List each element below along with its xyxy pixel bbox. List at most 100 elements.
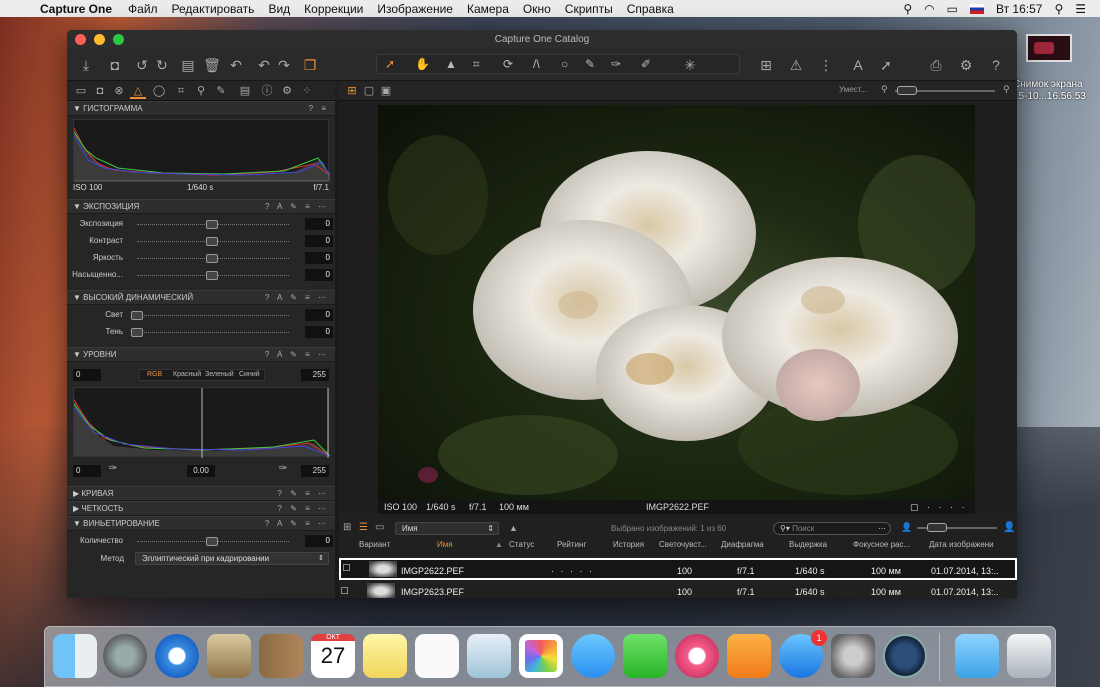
pan-hand-icon[interactable]: ✋	[415, 57, 430, 71]
histogram-header[interactable]: ▼ ГИСТОГРАММА? ≡	[67, 101, 335, 116]
photo-preview[interactable]	[378, 105, 975, 500]
contacts-icon[interactable]	[259, 634, 303, 678]
menu-adjustments[interactable]: Коррекции	[304, 2, 363, 16]
tab-metadata-icon[interactable]: ▤	[237, 83, 253, 99]
thumb-size-knob[interactable]	[927, 523, 947, 532]
levels-input-low[interactable]: 0	[73, 369, 101, 381]
levels-output-low[interactable]: 0	[73, 465, 101, 477]
contrast-value[interactable]: 0	[305, 235, 333, 247]
menu-edit[interactable]: Редактировать	[172, 2, 255, 16]
browser-grid-icon[interactable]: ⊞	[343, 522, 351, 533]
facetime-icon[interactable]	[623, 634, 667, 678]
picker-icon[interactable]: ✐	[641, 57, 651, 71]
col-variant[interactable]: Вариант	[359, 540, 390, 549]
row-rating[interactable]: · · · · ·	[551, 566, 594, 576]
launchpad-icon[interactable]	[103, 634, 147, 678]
desktop-screenshot-thumbnail[interactable]	[1026, 34, 1072, 62]
col-rating[interactable]: Рейтинг	[557, 540, 586, 549]
hdr-tool-icons[interactable]: ? A ✎ ≡ ⋯	[265, 291, 329, 304]
exposure-slider-knob[interactable]	[206, 220, 218, 229]
exposure-value[interactable]: 0	[305, 218, 333, 230]
grid-icon[interactable]: ⊞	[757, 56, 775, 74]
messages-icon[interactable]	[571, 634, 615, 678]
exposure-header[interactable]: ▼ ЭКСПОЗИЦИЯ? A ✎ ≡ ⋯	[67, 199, 335, 214]
import-icon[interactable]: ⤓	[77, 56, 95, 74]
folder-icon[interactable]	[955, 634, 999, 678]
menu-camera[interactable]: Камера	[467, 2, 509, 16]
col-shutter[interactable]: Выдержка	[789, 540, 827, 549]
maps-icon[interactable]	[467, 634, 511, 678]
search-options-icon[interactable]: ⋯	[878, 523, 886, 534]
keystone-icon[interactable]: /\	[533, 57, 540, 71]
help-icon[interactable]: ?	[987, 56, 1005, 74]
exposure-warning-icon[interactable]: ⚠	[787, 56, 805, 74]
menu-window[interactable]: Окно	[523, 2, 551, 16]
contrast-slider-knob[interactable]	[206, 237, 218, 246]
rotate-right-icon[interactable]: ↻	[153, 56, 171, 74]
brush-icon[interactable]: ✎	[585, 57, 595, 71]
notification-center-icon[interactable]: ☰	[1075, 2, 1086, 16]
col-status[interactable]: Статус	[509, 540, 534, 549]
spotlight-icon[interactable]: ⚲	[1054, 2, 1063, 16]
levels-tool-icons[interactable]: ? A ✎ ≡ ⋯	[265, 348, 329, 361]
camera-icon[interactable]: ◘	[106, 56, 124, 74]
shadow-slider[interactable]	[137, 332, 289, 333]
col-focal[interactable]: Фокусное рас...	[853, 540, 910, 549]
shadow-slider-knob[interactable]	[131, 328, 143, 337]
col-history[interactable]: История	[613, 540, 644, 549]
grid-view-icon[interactable]: ⊞	[344, 83, 360, 99]
settings-gear-icon[interactable]: ⚙	[957, 56, 975, 74]
levels-input-high[interactable]: 255	[301, 369, 329, 381]
eyedropper-icon[interactable]: ✑	[611, 57, 621, 71]
levels-header[interactable]: ▼ УРОВНИ? A ✎ ≡ ⋯	[67, 347, 335, 362]
highlight-slider[interactable]	[137, 315, 289, 316]
text-annotation-icon[interactable]: A	[849, 56, 867, 74]
row-checkbox[interactable]	[341, 587, 348, 594]
undo-icon[interactable]: ↶	[255, 56, 273, 74]
tab-local-adjustments-icon[interactable]: ✎	[213, 83, 229, 99]
levels-white-picker-icon[interactable]: ✑	[279, 463, 287, 474]
capture-one-dock-icon[interactable]	[883, 634, 927, 678]
move-to-folder-icon[interactable]: ▤	[179, 56, 197, 74]
channel-rgb[interactable]: RGB	[147, 370, 162, 380]
saturation-slider-knob[interactable]	[206, 271, 218, 280]
col-aperture[interactable]: Диафрагма	[721, 540, 764, 549]
scripts-status-icon[interactable]: ⚲	[903, 2, 912, 16]
battery-icon[interactable]: ▭	[947, 2, 958, 16]
vignetting-tool-icons[interactable]: ? A ✎ ≡ ⋯	[265, 517, 329, 530]
menu-scripts[interactable]: Скрипты	[565, 2, 613, 16]
brightness-slider-knob[interactable]	[206, 254, 218, 263]
wifi-icon[interactable]: ◠	[924, 2, 934, 16]
fullscreen-view-icon[interactable]: ▣	[378, 83, 394, 99]
tab-color-icon[interactable]: ⊗	[111, 83, 127, 99]
tab-info-icon[interactable]: ⓘ	[259, 83, 275, 99]
select-cursor-icon[interactable]: ➚	[385, 57, 395, 71]
menu-clock[interactable]: Вт 16:57	[996, 2, 1042, 16]
saturation-value[interactable]: 0	[305, 269, 333, 281]
menu-view[interactable]: Вид	[268, 2, 290, 16]
trash-dock-icon[interactable]	[1007, 634, 1051, 678]
redo-icon[interactable]: ↷	[275, 56, 293, 74]
sort-select[interactable]: Имя ⇕	[395, 522, 499, 535]
vignetting-method-select[interactable]: Эллиптический при кадрировании ⇕	[135, 552, 329, 565]
export-icon[interactable]: ➚	[877, 56, 895, 74]
app-store-icon[interactable]: 1	[779, 630, 827, 678]
menu-file[interactable]: Файл	[128, 2, 158, 16]
safari-icon[interactable]	[155, 634, 199, 678]
crop-icon[interactable]: ⌗	[473, 57, 480, 72]
trash-icon[interactable]: 🗑	[203, 56, 221, 74]
clarity-tool-icons[interactable]: ? ✎ ≡ ⋯	[278, 502, 330, 515]
calendar-icon[interactable]: ОКТ 27	[311, 634, 355, 678]
col-name[interactable]: Имя	[437, 540, 453, 549]
sort-direction-icon[interactable]: ▲	[509, 523, 518, 533]
tab-output-icon[interactable]: ⚙	[279, 83, 295, 99]
tab-composition-icon[interactable]: ⌗	[173, 83, 189, 99]
vignetting-amount-value[interactable]: 0	[305, 535, 333, 547]
search-input[interactable]: ⚲▾ Поиск ⋯	[773, 522, 891, 535]
print-icon[interactable]: ⎙	[927, 56, 945, 74]
brightness-value[interactable]: 0	[305, 252, 333, 264]
highlight-slider-knob[interactable]	[131, 311, 143, 320]
photos-icon[interactable]	[519, 634, 563, 678]
curve-header[interactable]: ▶ КРИВАЯ? ✎ ≡ ⋯	[67, 486, 335, 501]
table-row[interactable]: IMGP2622.PEF · · · · · 100 f/7.1 1/640 s…	[339, 558, 1017, 580]
